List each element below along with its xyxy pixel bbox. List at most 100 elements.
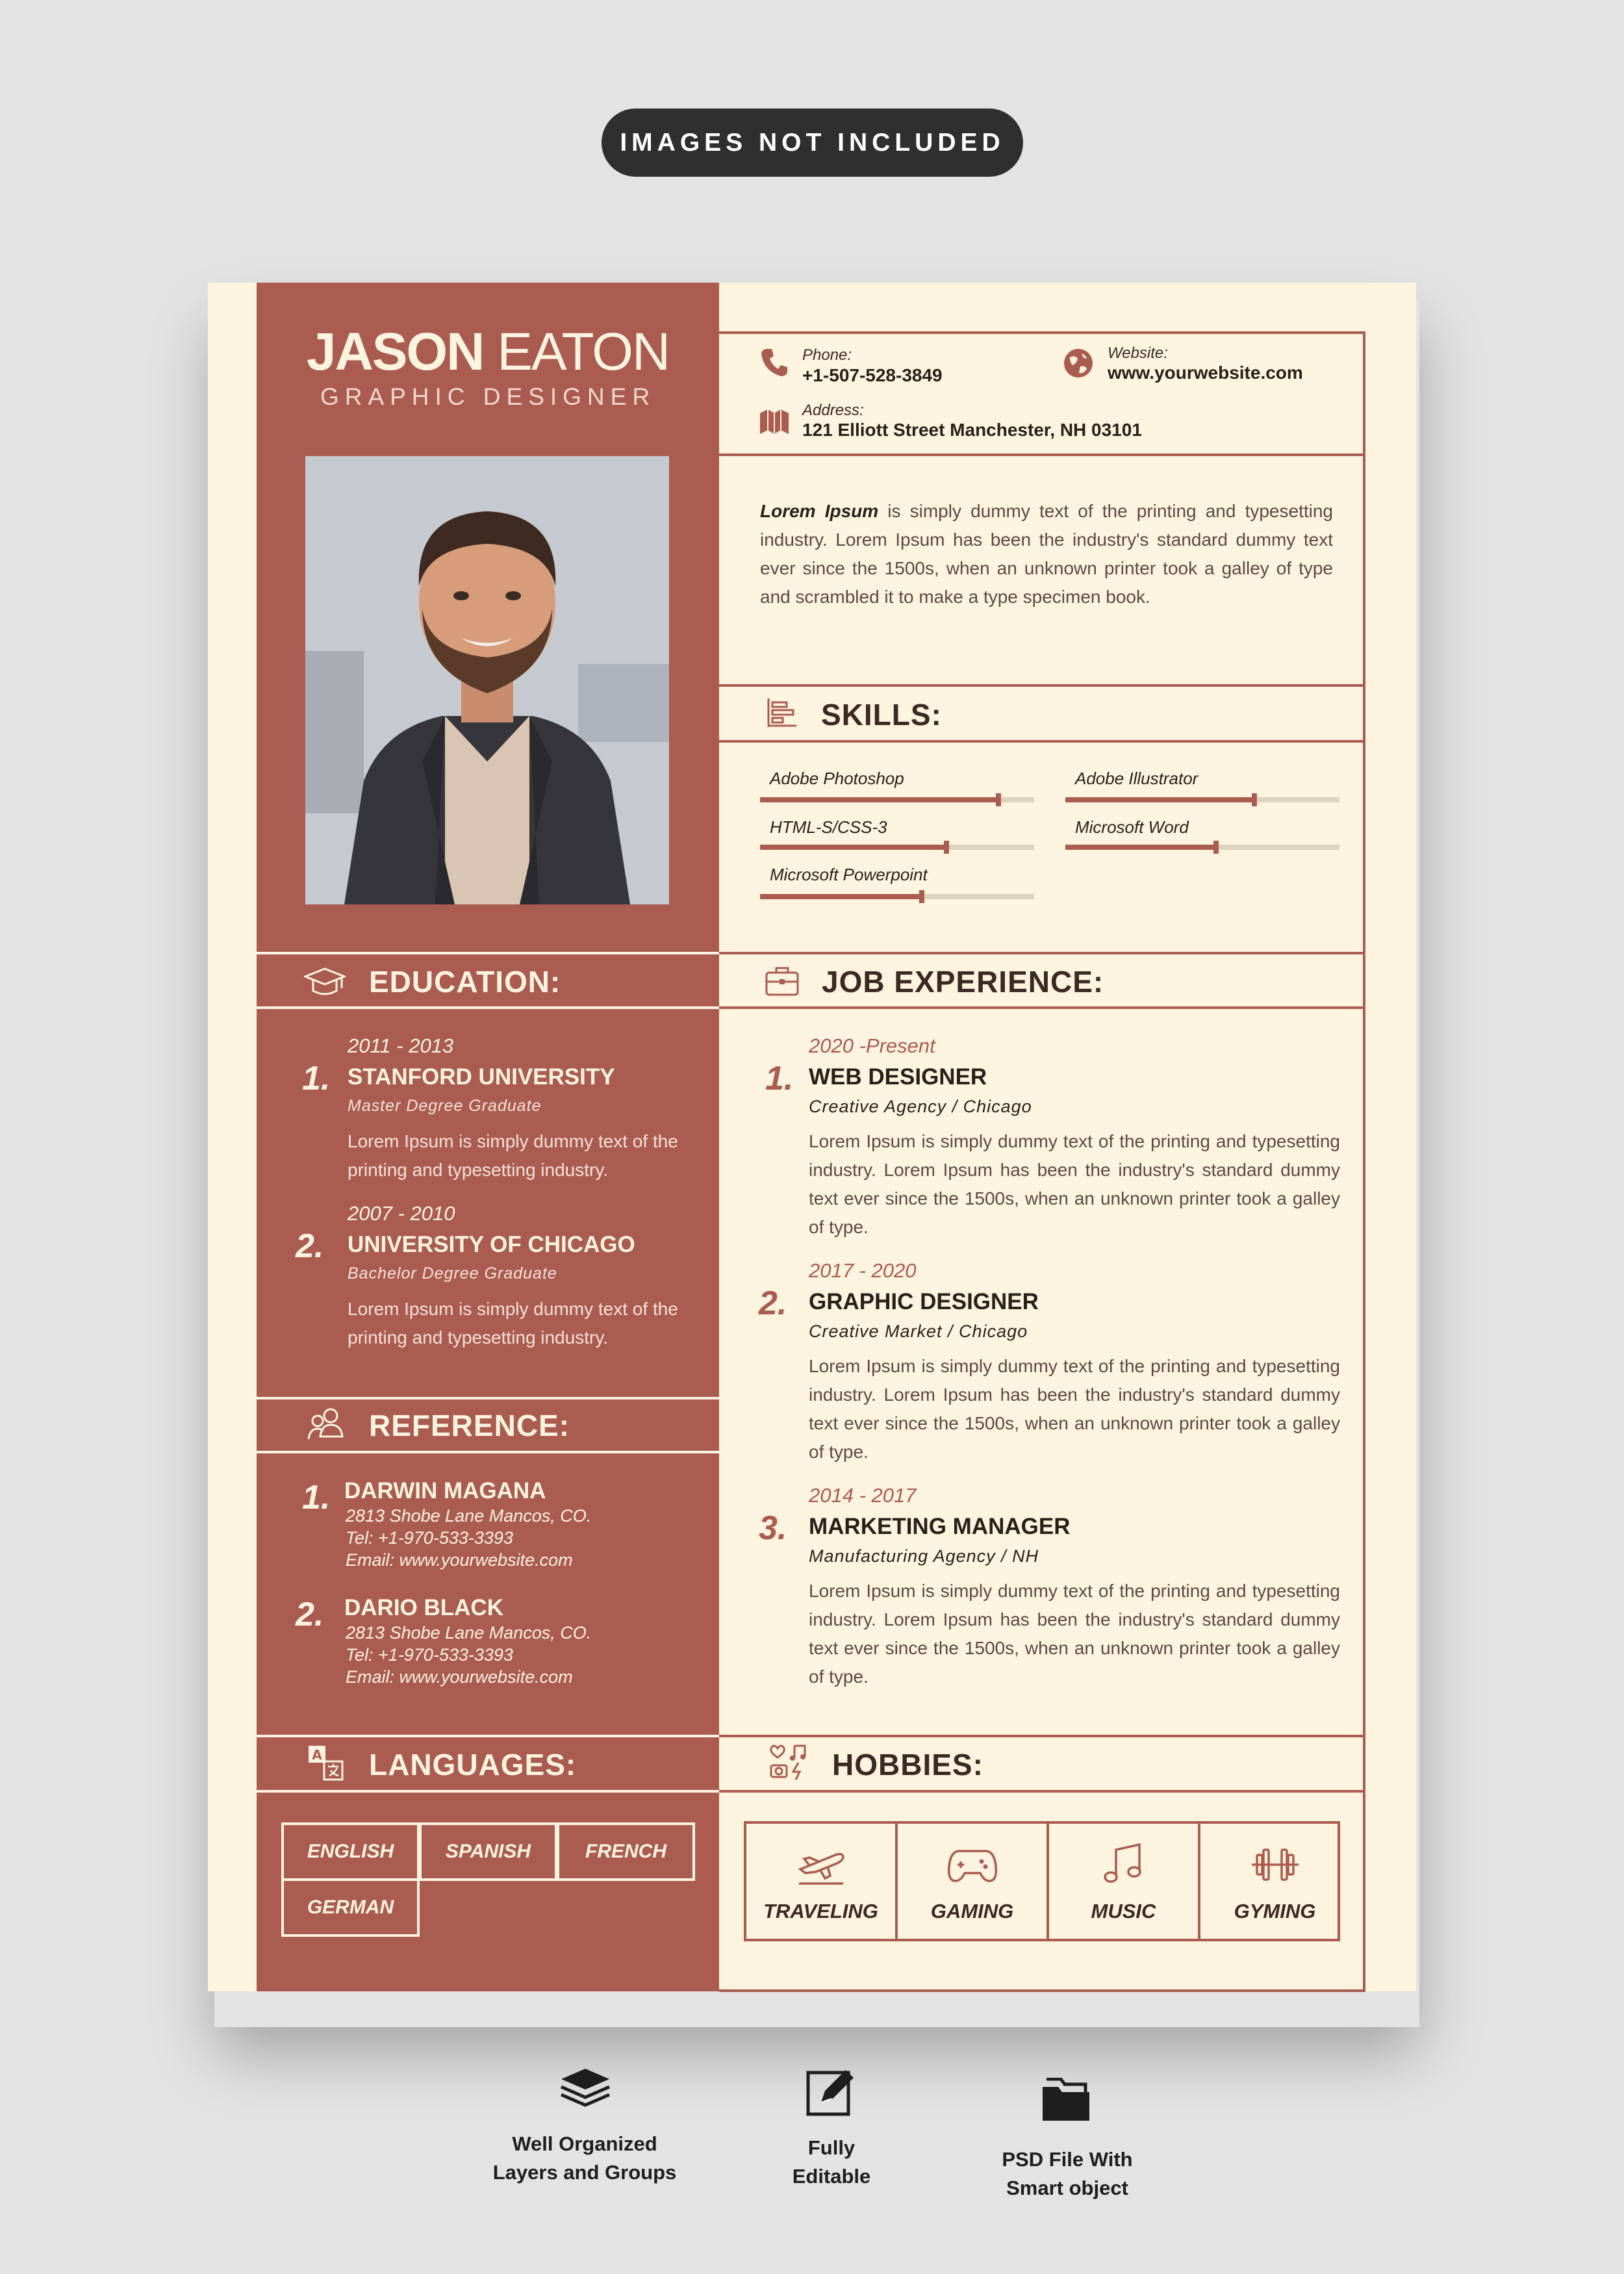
website-value: www.yourwebsite.com [1108,363,1303,383]
hobby-music: MUSIC [1049,1824,1198,1939]
about-lead: Lorem Ipsum [760,501,879,521]
job-company: Creative Market / Chicago [809,1322,1028,1341]
job-title: MARKETING MANAGER [809,1514,1071,1539]
feature-editable: Fully Editable [721,2134,942,2191]
hobbies-grid: TRAVELING GAMING MUSIC GYMING [744,1821,1340,1941]
graduation-cap-icon [304,967,346,995]
skill-bar-knob [919,890,924,903]
job-number: 1. [765,1060,794,1097]
language-item: FRENCH [557,1822,695,1881]
skill-bar [760,793,1034,806]
skill-label: Microsoft Word [1075,817,1189,837]
bar-chart-icon [767,698,796,727]
skills-title: SKILLS: [821,698,942,732]
skill-label: Microsoft Powerpoint [770,865,928,884]
reference-tel: Tel: +1-970-533-3393 [346,1528,513,1548]
skill-label: Adobe Illustrator [1075,769,1199,788]
feature-line: Well Organized [512,2132,657,2155]
skill-bar-fill [760,894,922,899]
feature-line: Editable [792,2165,871,2188]
job-title: WEB DESIGNER [809,1064,987,1090]
gamepad-icon [948,1850,997,1882]
reference-tel: Tel: +1-970-533-3393 [346,1645,513,1665]
education-description: Lorem Ipsum is simply dummy text of the … [348,1131,678,1180]
hobbies-title: HOBBIES: [832,1748,983,1782]
reference-email: Email: www.yourwebsite.com [346,1667,573,1687]
address-label: Address: [802,402,864,419]
feature-psd: PSD File With Smart object [957,2145,1178,2203]
skill-bar-fill [760,845,946,850]
reference-number: 1. [302,1479,331,1516]
feature-line: Layers and Groups [492,2161,677,2184]
divider-education-header [257,1006,719,1009]
job-description: Lorem Ipsum is simply dummy text of the … [809,1356,1340,1462]
phone-icon [761,349,787,376]
job-number: 2. [759,1284,787,1322]
skill-bar-knob [944,841,949,854]
education-description: Lorem Ipsum is simply dummy text of the … [348,1299,678,1348]
reference-name: DARWIN MAGANA [344,1478,546,1503]
edit-icon [806,2070,854,2116]
skill-label: Adobe Photoshop [770,769,904,788]
images-not-included-badge: IMAGES NOT INCLUDED [602,109,1023,177]
layers-icon [561,2069,610,2107]
hobbies-icon [770,1744,806,1780]
divider-reference-header [257,1451,719,1453]
last-name: EATON [497,322,670,381]
skill-label: HTML-S/CSS-3 [770,817,887,837]
skill-bar-fill [1065,845,1216,850]
education-number: 1. [302,1060,331,1097]
job-number: 3. [759,1509,787,1547]
skill-bar-knob [1213,841,1219,854]
job-company: Creative Agency / Chicago [809,1097,1032,1116]
reference-email: Email: www.yourwebsite.com [346,1550,573,1570]
feature-layers: Well Organized Layers and Groups [474,2130,695,2187]
divider-experience [719,1735,1365,1737]
divider-contact [719,454,1365,456]
divider-languages-header [257,1790,719,1793]
divider-photo [257,952,719,954]
skill-bar [1065,841,1339,854]
education-title: EDUCATION: [369,965,561,999]
svg-text:A: A [312,1747,322,1763]
globe-icon [1064,349,1093,377]
skill-bar-knob [996,793,1001,806]
first-name: JASON [306,322,485,381]
education-years: 2007 - 2010 [348,1202,455,1225]
education-degree: Master Degree Graduate [348,1097,542,1115]
hobby-traveling: TRAVELING [746,1824,895,1939]
languages-title: LANGUAGES: [369,1748,577,1782]
skill-bar [760,841,1034,854]
music-note-icon [1104,1843,1141,1883]
job-description: Lorem Ipsum is simply dummy text of the … [809,1131,1340,1237]
language-item: SPANISH [419,1822,557,1881]
feature-line: PSD File With [1002,2148,1133,2171]
skill-bar [1065,793,1339,806]
skill-bar-knob [1252,793,1257,806]
hobby-label: MUSIC [1091,1900,1156,1923]
reference-address: 2813 Shobe Lane Mancos, CO. [346,1506,592,1526]
dumbbell-icon [1252,1848,1299,1881]
website-label: Website: [1108,344,1168,362]
reference-title: REFERENCE: [369,1409,570,1442]
translate-icon: A [309,1746,344,1781]
divider-about [719,684,1365,687]
hobby-label: GYMING [1234,1900,1316,1923]
phone-value: +1-507-528-3849 [802,365,943,385]
skill-bar-fill [1065,797,1254,802]
briefcase-icon [765,967,799,996]
reference-name: DARIO BLACK [344,1595,503,1620]
skill-bar-fill [760,797,998,802]
skill-bar [760,890,1034,903]
job-company: Manufacturing Agency / NH [809,1546,1039,1566]
divider-skills [719,952,1365,954]
experience-title: JOB EXPERIENCE: [822,965,1104,999]
airplane-icon [798,1852,844,1885]
divider-hobbies-header [719,1790,1365,1793]
hobby-label: TRAVELING [763,1900,878,1923]
job-role: GRAPHIC DESIGNER [320,383,656,410]
language-item: GERMAN [281,1878,420,1937]
education-degree: Bachelor Degree Graduate [348,1264,557,1283]
hobby-gyming: GYMING [1200,1824,1349,1939]
address-value: 121 Elliott Street Manchester, NH 03101 [802,420,1142,440]
